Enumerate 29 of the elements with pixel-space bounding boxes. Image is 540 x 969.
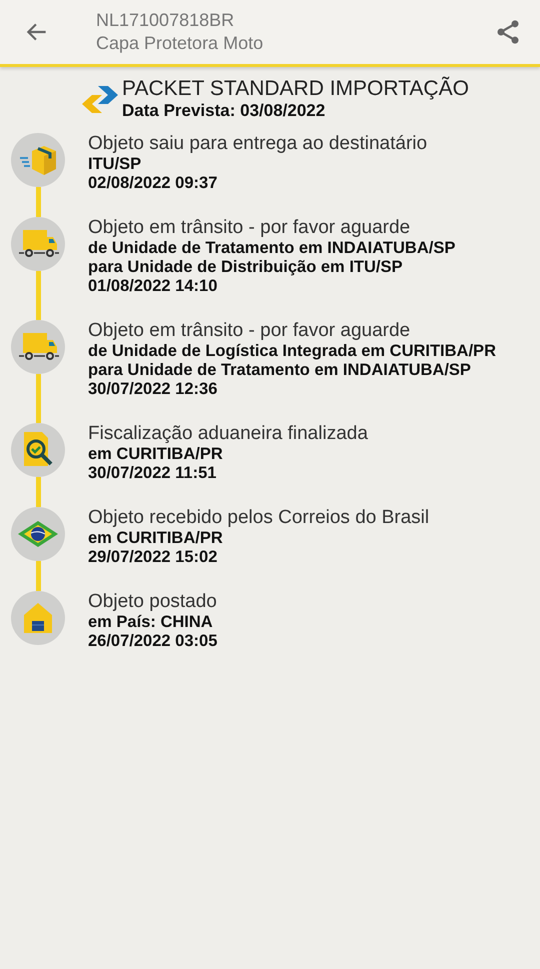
forecast-date: Data Prevista: 03/08/2022	[122, 101, 326, 121]
flag-icon	[16, 519, 60, 549]
event-date: 01/08/2022 14:10	[88, 277, 218, 296]
event-title: Objeto saiu para entrega ao destinatário	[88, 133, 428, 155]
event-location: em CURITIBA/PR	[88, 529, 224, 548]
event-location: em País: CHINA	[88, 613, 214, 632]
event-title: Objeto postado	[88, 591, 218, 613]
tracking-code: NL171007818BR	[96, 10, 236, 31]
logo-icon	[80, 84, 120, 114]
event-date: 26/07/2022 03:05	[88, 632, 218, 651]
service-title: PACKET STANDARD IMPORTAÇÃO	[122, 77, 469, 101]
event-location: para Unidade de Tratamento em INDAIATUBA/SP	[88, 361, 472, 380]
event-location: ITU/SP	[88, 155, 142, 174]
event-date: 02/08/2022 09:37	[88, 174, 218, 193]
event-title: Fiscalização aduaneira finalizada	[88, 423, 368, 445]
event-date: 30/07/2022 12:36	[88, 380, 218, 399]
event-location: de Unidade de Logística Integrada em CURITIBA/PR	[88, 342, 496, 361]
event-date: 29/07/2022 15:02	[88, 548, 218, 567]
event-title: Objeto em trânsito - por favor aguarde	[88, 217, 412, 239]
event-location: de Unidade de Tratamento em INDAIATUBA/SP	[88, 239, 456, 258]
truck-icon	[17, 228, 59, 260]
event-date: 30/07/2022 11:51	[88, 464, 218, 483]
parcel-icon	[18, 143, 58, 177]
event-title: Objeto recebido pelos Correios do Brasil	[88, 507, 430, 529]
event-location: em CURITIBA/PR	[88, 445, 224, 464]
item-name: Capa Protetora Moto	[96, 33, 264, 54]
event-title: Objeto em trânsito - por favor aguarde	[88, 320, 412, 342]
truck-icon	[17, 331, 59, 363]
event-location: para Unidade de Distribuição em ITU/SP	[88, 258, 404, 277]
